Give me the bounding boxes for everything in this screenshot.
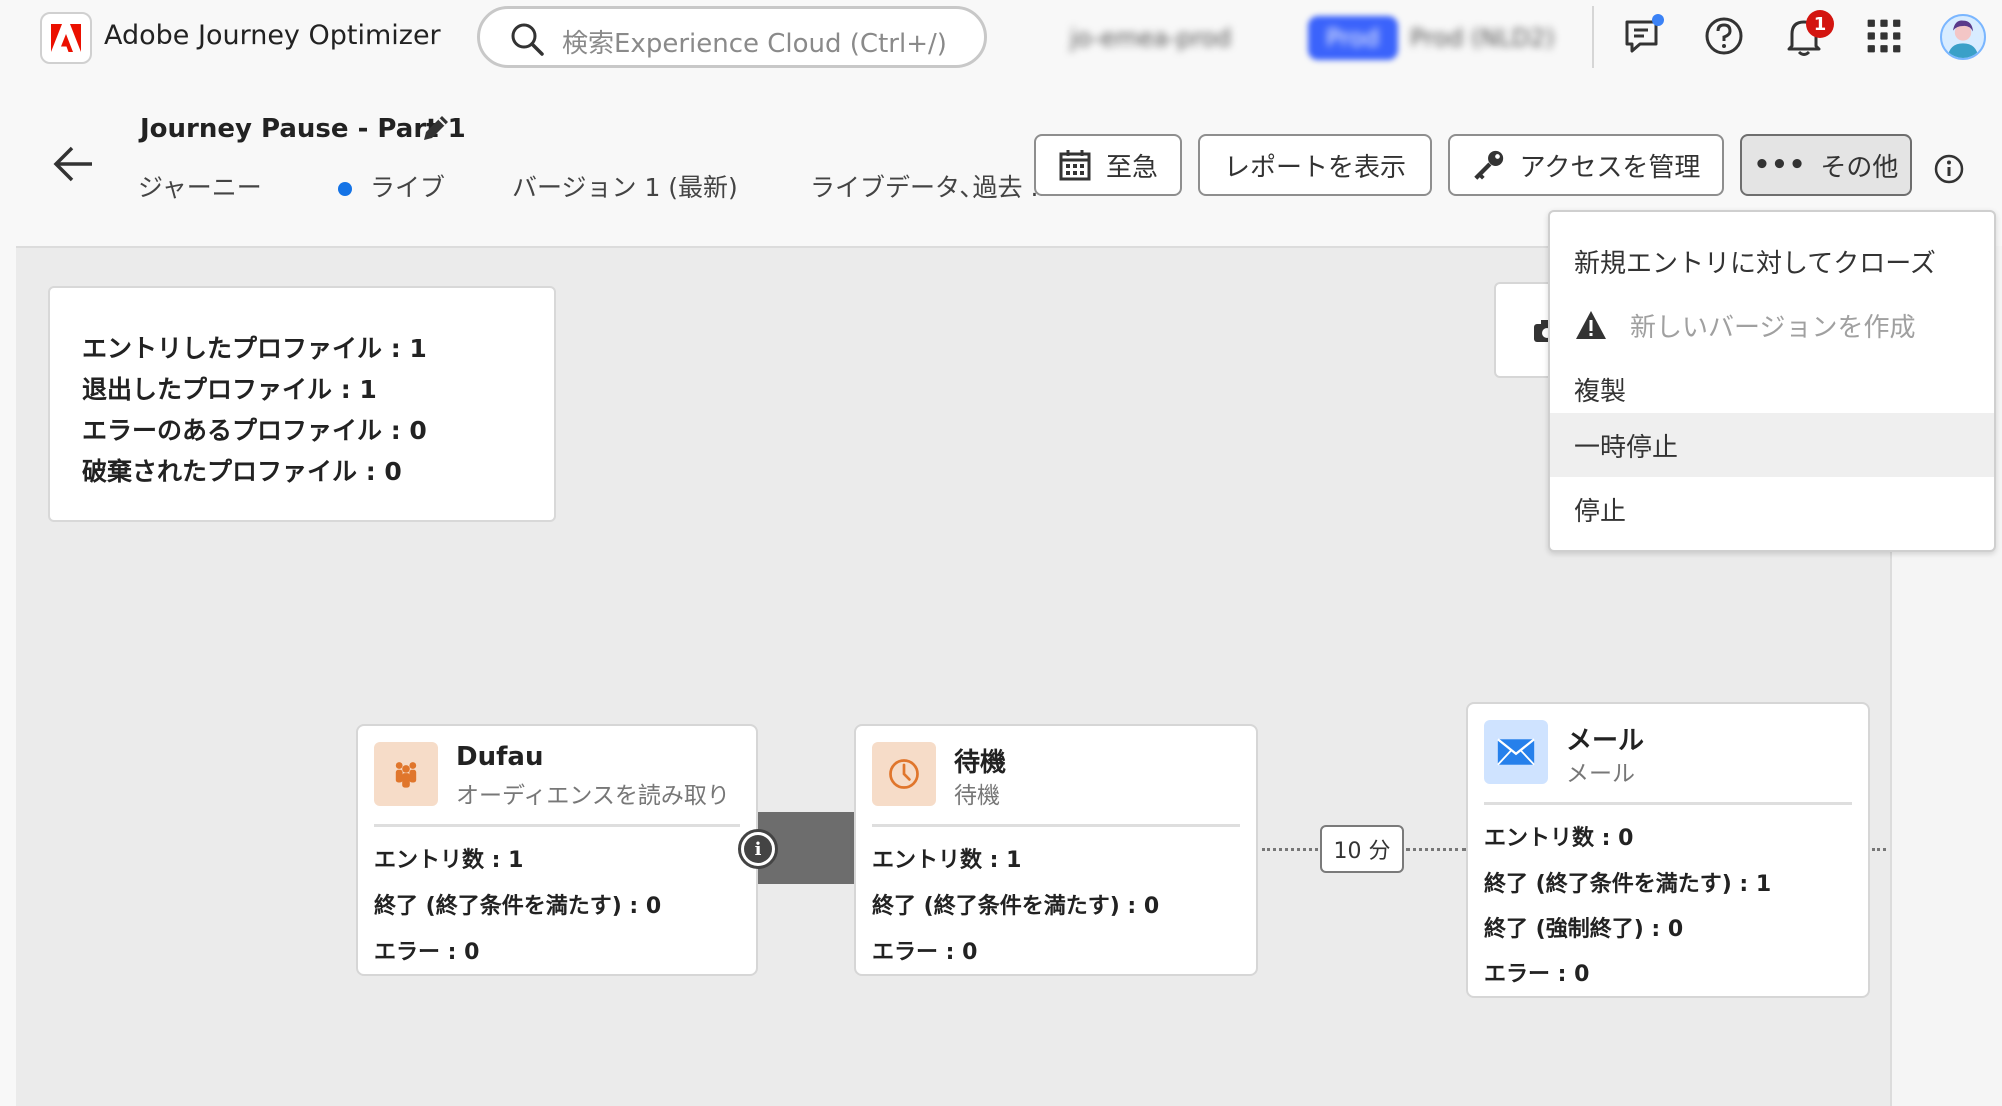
journey-status-label: ライブ	[370, 173, 446, 202]
node-divider	[374, 824, 740, 827]
more-label: その他	[1820, 152, 1899, 183]
node-name: 待機	[954, 748, 1007, 778]
info-icon[interactable]	[1932, 152, 1966, 186]
view-report-button[interactable]: レポートを表示	[1198, 134, 1432, 196]
node-name: Dufau	[456, 742, 544, 772]
env-badge-label: Prod	[1326, 24, 1380, 52]
email-path-line	[1872, 848, 1886, 851]
stat-exited-profiles: 退出したプロファイル : 1	[82, 375, 377, 404]
node-divider	[1484, 802, 1852, 805]
path-info-icon[interactable]: i	[738, 829, 778, 869]
manage-access-button[interactable]: アクセスを管理	[1448, 134, 1724, 196]
search-input[interactable]: 検索Experience Cloud (Ctrl+/)	[477, 6, 987, 68]
wait-path-line	[1406, 848, 1466, 851]
node-subtitle: オーディエンスを読み取り	[456, 783, 730, 809]
help-icon[interactable]	[1702, 14, 1746, 58]
node-stat: エントリ数 : 0	[1484, 826, 1634, 851]
apps-grid-icon[interactable]	[1862, 14, 1906, 58]
node-stat: エントリ数 : 1	[872, 848, 1022, 873]
node-wait[interactable]: 待機 待機 エントリ数 : 1 終了 (終了条件を満たす) : 0 エラー : …	[854, 724, 1258, 976]
wait-path-line	[1262, 848, 1318, 851]
journey-title: Journey Pause - Part 1	[140, 114, 466, 144]
menu-item-label: 停止	[1574, 496, 1627, 527]
journey-status: ライブ	[338, 168, 445, 204]
alert-icon	[1576, 311, 1606, 339]
node-stat: エラー : 0	[872, 940, 978, 965]
stat-error-profiles: エラーのあるプロファイル : 0	[82, 416, 427, 445]
more-button[interactable]: ••• その他	[1740, 134, 1912, 196]
menu-item-close-new-entries[interactable]: 新規エントリに対してクローズ	[1550, 230, 1994, 292]
menu-item-stop[interactable]: 停止	[1550, 478, 1994, 540]
node-read-audience[interactable]: Dufau オーディエンスを読み取り エントリ数 : 1 終了 (終了条件を満た…	[356, 724, 758, 976]
email-icon	[1484, 720, 1548, 784]
wait-duration-label[interactable]: 10 分	[1320, 825, 1404, 873]
adobe-logo-icon	[51, 24, 81, 52]
journey-stats-panel: エントリしたプロファイル : 1 退出したプロファイル : 1 エラーのあるプロ…	[48, 286, 556, 522]
more-ellipsis-icon: •••	[1753, 150, 1807, 180]
audience-icon	[374, 742, 438, 806]
search-placeholder: 検索Experience Cloud (Ctrl+/)	[562, 29, 947, 59]
env-label[interactable]: Prod (NLD2)	[1410, 24, 1555, 52]
header-divider	[1592, 6, 1594, 68]
menu-item-label: 新しいバージョンを作成	[1630, 312, 1916, 343]
menu-item-duplicate[interactable]: 複製	[1550, 358, 1994, 420]
more-menu: 新規エントリに対してクローズ 新しいバージョンを作成 複製 一時停止 停止	[1548, 210, 1996, 552]
menu-item-create-new-version: 新しいバージョンを作成	[1550, 294, 1994, 356]
node-stat: 終了 (終了条件を満たす) : 0	[374, 894, 662, 919]
urgent-label: 至急	[1105, 152, 1158, 183]
node-name: メール	[1566, 726, 1645, 756]
menu-item-label: 複製	[1574, 376, 1627, 407]
node-stat: 終了 (終了条件を満たす) : 1	[1484, 872, 1772, 897]
status-dot	[338, 182, 352, 196]
feedback-icon[interactable]	[1622, 14, 1666, 58]
stat-discarded-profiles: 破棄されたプロファイル : 0	[82, 457, 402, 486]
key-icon	[1473, 150, 1503, 180]
edit-pencil-icon[interactable]	[418, 110, 454, 146]
view-report-label: レポートを表示	[1223, 152, 1406, 183]
node-stat: 終了 (終了条件を満たす) : 0	[872, 894, 1160, 919]
stat-entered-profiles: エントリしたプロファイル : 1	[82, 334, 427, 363]
node-divider	[872, 824, 1240, 827]
manage-access-label: アクセスを管理	[1519, 152, 1701, 183]
notification-badge: 1	[1806, 10, 1834, 38]
menu-item-label: 一時停止	[1574, 432, 1679, 463]
calendar-icon	[1059, 150, 1091, 181]
back-arrow-icon[interactable]	[52, 144, 96, 184]
menu-item-label: 新規エントリに対してクローズ	[1574, 248, 1936, 279]
search-icon	[511, 23, 544, 56]
journey-version[interactable]: バージョン 1 (最新)	[512, 168, 738, 204]
journey-data-mode[interactable]: ライブデータ､過去 ...	[810, 168, 1054, 204]
node-subtitle: 待機	[954, 783, 1000, 809]
node-stat: エラー : 0	[1484, 962, 1590, 987]
shell-header: Adobe Journey Optimizer 検索Experience Clo…	[0, 0, 2002, 76]
menu-item-pause[interactable]: 一時停止	[1550, 413, 1994, 477]
user-avatar[interactable]	[1940, 14, 1986, 60]
node-stat: 終了 (強制終了) : 0	[1484, 917, 1684, 942]
clock-icon	[872, 742, 936, 806]
node-stat: エラー : 0	[374, 940, 480, 965]
node-stat: エントリ数 : 1	[374, 848, 524, 873]
adobe-logo[interactable]	[40, 12, 92, 64]
node-subtitle: メール	[1566, 761, 1635, 787]
node-email[interactable]: メール メール エントリ数 : 0 終了 (終了条件を満たす) : 1 終了 (…	[1466, 702, 1870, 998]
app-title[interactable]: Adobe Journey Optimizer	[104, 20, 441, 51]
sandbox-name[interactable]: jo-emea-prod	[1070, 24, 1231, 52]
urgent-button[interactable]: 至急	[1034, 134, 1182, 196]
journey-type: ジャーニー	[138, 173, 262, 202]
